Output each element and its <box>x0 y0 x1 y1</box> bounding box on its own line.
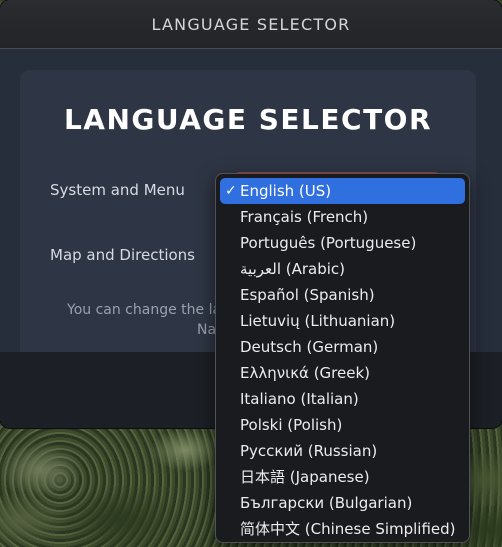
language-dropdown-menu[interactable]: ✓ English (US) Français (French) Portuguê… <box>215 173 470 543</box>
language-option[interactable]: Polski (Polish) <box>220 412 465 438</box>
system-menu-label: System and Menu <box>50 181 185 199</box>
language-option[interactable]: Ελληνικά (Greek) <box>220 360 465 386</box>
language-option[interactable]: Lietuvių (Lithuanian) <box>220 308 465 334</box>
checkmark-icon: ✓ <box>225 183 237 199</box>
language-option[interactable]: Deutsch (German) <box>220 334 465 360</box>
language-option[interactable]: Български (Bulgarian) <box>220 490 465 516</box>
language-option[interactable]: 简体中文 (Chinese Simplified) <box>220 516 465 542</box>
language-option[interactable]: 日本語 (Japanese) <box>220 464 465 490</box>
language-option[interactable]: العربية (Arabic) <box>220 256 465 282</box>
title-bar: LANGUAGE SELECTOR <box>0 0 502 49</box>
hint-text-line2: Na <box>197 322 217 338</box>
language-option[interactable]: Русский (Russian) <box>220 438 465 464</box>
language-option[interactable]: Português (Portuguese) <box>220 230 465 256</box>
window-title: LANGUAGE SELECTOR <box>151 14 351 34</box>
panel-title: LANGUAGE SELECTOR <box>63 103 433 136</box>
language-option[interactable]: ✓ English (US) <box>220 178 465 204</box>
language-option[interactable]: Español (Spanish) <box>220 282 465 308</box>
map-directions-label: Map and Directions <box>50 246 195 264</box>
hint-text-line1: You can change the lan <box>67 302 230 318</box>
language-option[interactable]: Italiano (Italian) <box>220 386 465 412</box>
language-option[interactable]: Français (French) <box>220 204 465 230</box>
